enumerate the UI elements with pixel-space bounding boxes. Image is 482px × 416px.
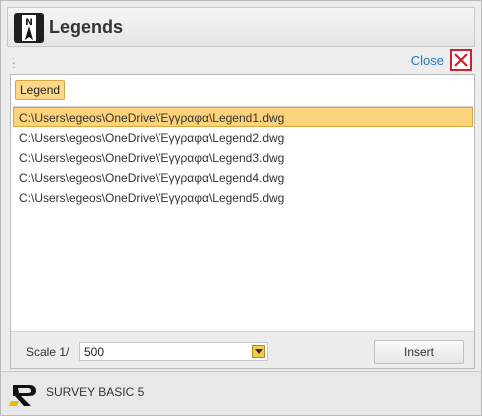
close-link[interactable]: Close (411, 53, 444, 68)
insert-button[interactable]: Insert (374, 340, 464, 364)
chevron-down-icon[interactable] (252, 345, 265, 358)
survey-logo-icon (9, 385, 36, 406)
north-arrow-icon: N (14, 13, 44, 43)
legend-panel: Legend C:\Users\egeos\OneDrive\Έγγραφα\L… (10, 74, 475, 369)
dialog-title: Legends (49, 17, 124, 37)
drag-grip-icon[interactable]: ::: (12, 56, 16, 70)
list-item[interactable]: C:\Users\egeos\OneDrive\Έγγραφα\Legend3.… (13, 147, 473, 167)
list-item[interactable]: C:\Users\egeos\OneDrive\Έγγραφα\Legend5.… (13, 187, 473, 207)
list-item[interactable]: C:\Users\egeos\OneDrive\Έγγραφα\Legend2.… (13, 127, 473, 147)
close-icon (454, 53, 468, 67)
panel-footer: Scale 1/ 500 Insert (11, 331, 474, 368)
legends-dialog: N Legends ::: Close Legend C:\Users\egeo… (0, 0, 482, 416)
legend-button[interactable]: Legend (15, 80, 66, 100)
legend-file-list: C:\Users\egeos\OneDrive\Έγγραφα\Legend1.… (13, 106, 473, 207)
scale-dropdown[interactable]: 500 (79, 342, 268, 361)
list-item[interactable]: C:\Users\egeos\OneDrive\Έγγραφα\Legend4.… (13, 167, 473, 187)
brand-label: SURVEY BASIC 5 (46, 385, 145, 399)
dialog-header: N Legends (7, 7, 475, 47)
scale-label: Scale 1/ (26, 345, 70, 359)
scale-value: 500 (84, 345, 105, 359)
dialog-toolbar: ::: Close (10, 48, 475, 74)
close-button[interactable] (450, 49, 472, 71)
list-item[interactable]: C:\Users\egeos\OneDrive\Έγγραφα\Legend1.… (13, 107, 473, 127)
status-bar: SURVEY BASIC 5 (1, 371, 481, 415)
